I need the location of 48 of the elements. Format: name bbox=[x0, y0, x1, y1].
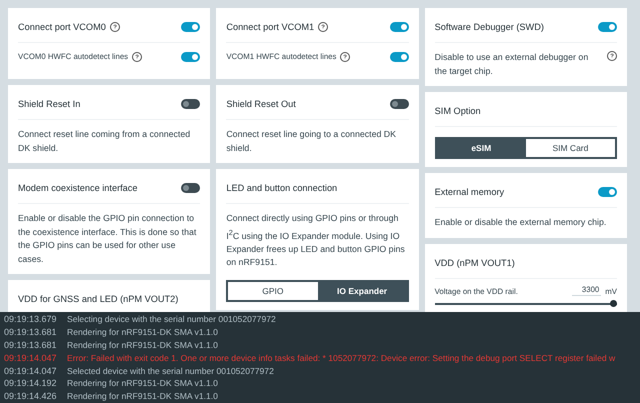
log-time: 09:19:13.681 bbox=[4, 340, 58, 350]
log-message: Error: Failed with exit code 1. One or more device info tasks failed: * 1052077972: Device error: Setting the debug port SELECT register failed w bbox=[67, 352, 616, 363]
card-description: Connect directly using GPIO pins or through I$^{2}$C using the IO Expander module. Using IO Expander frees up LED and button GPIO pins on nRF9151. bbox=[226, 212, 406, 270]
log-message: Rendering for nRF9151-DK SMA v1.1.0 bbox=[67, 340, 218, 350]
card-title: Connect port VCOM0 bbox=[18, 22, 120, 32]
log-message: Selecting device with the serial number 001052077972 bbox=[67, 314, 276, 324]
card-description: Enable or disable the GPIO pin connection to the coexistence interface. This is done so that the GPIO pins can be used for other use cases. bbox=[18, 212, 198, 266]
help-icon[interactable] bbox=[340, 52, 350, 62]
log-time: 09:19:14.192 bbox=[4, 378, 58, 388]
card-title: External memory bbox=[434, 187, 504, 197]
help-icon[interactable] bbox=[606, 51, 617, 61]
log-time: 09:19:14.047 bbox=[4, 366, 58, 376]
card-title: Shield Reset Out bbox=[226, 99, 296, 109]
log-time: 09:19:13.679 bbox=[4, 314, 58, 324]
log-time: 09:19:13.681 bbox=[4, 327, 58, 338]
segment-button[interactable]: SIM Card bbox=[526, 139, 615, 157]
card-description: Connect reset line going to a connected DK shield. bbox=[226, 128, 398, 154]
toggle-switch[interactable] bbox=[598, 22, 617, 32]
log-message: Rendering for nRF9151-DK SMA v1.1.0 bbox=[67, 378, 218, 388]
card-title: Connect port VCOM1 bbox=[226, 22, 328, 32]
help-icon[interactable] bbox=[110, 22, 120, 32]
toggle-switch[interactable] bbox=[181, 183, 200, 193]
card-title: Shield Reset In bbox=[18, 99, 80, 109]
card-description: Enable or disable the external memory chip. bbox=[434, 216, 606, 229]
log-message: Selected device with the serial number 001052077972 bbox=[67, 366, 274, 376]
toggle-switch[interactable] bbox=[390, 52, 409, 62]
log-message: Rendering for nRF9151-DK SMA v1.1.0 bbox=[67, 327, 218, 338]
slider-thumb[interactable] bbox=[610, 300, 617, 307]
help-icon[interactable] bbox=[318, 22, 328, 32]
toggle-switch[interactable] bbox=[181, 22, 200, 32]
toggle-switch[interactable] bbox=[181, 99, 200, 109]
toggle-switch[interactable] bbox=[390, 22, 409, 32]
log-time: 09:19:14.047 bbox=[4, 352, 58, 363]
segment-button[interactable]: GPIO bbox=[228, 282, 318, 300]
toggle-switch[interactable] bbox=[181, 52, 200, 62]
help-icon[interactable] bbox=[132, 52, 142, 62]
card-title: SIM Option bbox=[434, 106, 481, 116]
card-title: VDD for GNSS and LED (nPM VOUT2) bbox=[18, 294, 178, 304]
card-title: Modem coexistence interface bbox=[18, 183, 138, 193]
card-description: Disable to use an external debugger on the target chip. bbox=[434, 51, 590, 78]
log-time: 09:19:14.426 bbox=[4, 391, 58, 402]
card-description: Connect reset line coming from a connected DK shield. bbox=[18, 128, 192, 154]
toggle-switch[interactable] bbox=[598, 187, 617, 197]
card-title: Software Debugger (SWD) bbox=[434, 22, 544, 32]
log-message: Rendering for nRF9151-DK SMA v1.1.0 bbox=[67, 391, 218, 402]
card-title: LED and button connection bbox=[226, 183, 338, 193]
toggle-switch[interactable] bbox=[390, 99, 409, 109]
card-title: VDD (nPM VOUT1) bbox=[434, 258, 515, 268]
